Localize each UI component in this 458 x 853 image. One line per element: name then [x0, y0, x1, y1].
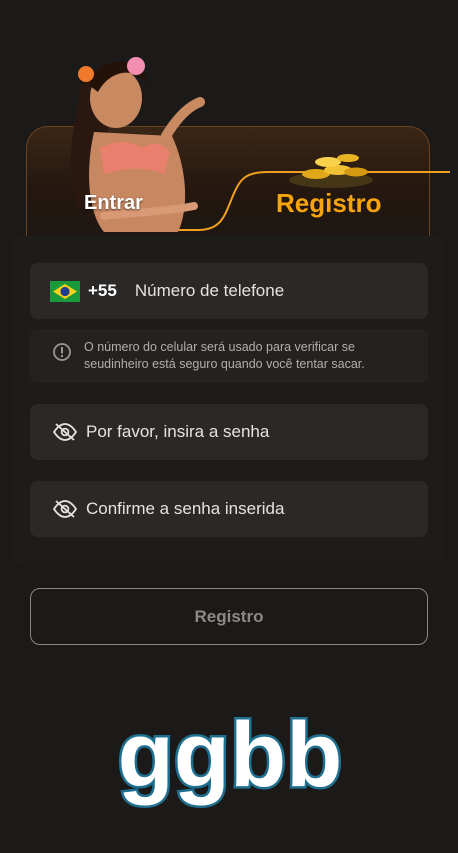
header-banner: Entrar Registro	[0, 0, 458, 245]
password-input[interactable]: Por favor, insira a senha	[86, 422, 269, 442]
tab-login[interactable]: Entrar	[84, 192, 174, 220]
ggbb-logo-text: ggbb	[118, 704, 343, 806]
ggbb-logo: ggbb	[115, 702, 345, 809]
phone-input[interactable]: Número de telefone	[135, 281, 284, 301]
phone-notice: O número do celular será usado para veri…	[30, 329, 428, 383]
eye-off-icon[interactable]	[52, 499, 78, 519]
eye-off-icon[interactable]	[52, 422, 78, 442]
tab-register[interactable]: Registro	[276, 188, 416, 222]
confirm-password-input[interactable]: Confirme a senha inserida	[86, 499, 284, 519]
phone-field[interactable]: +55 Número de telefone	[30, 263, 428, 319]
brazil-flag-icon	[50, 280, 80, 302]
country-code[interactable]: +55	[88, 281, 117, 301]
password-field[interactable]: Por favor, insira a senha	[30, 404, 428, 460]
register-button[interactable]: Registro	[30, 588, 428, 645]
confirm-password-field[interactable]: Confirme a senha inserida	[30, 481, 428, 537]
info-icon	[53, 343, 71, 361]
coins-image	[289, 154, 373, 188]
notice-text: O número do celular será usado para veri…	[84, 340, 365, 371]
